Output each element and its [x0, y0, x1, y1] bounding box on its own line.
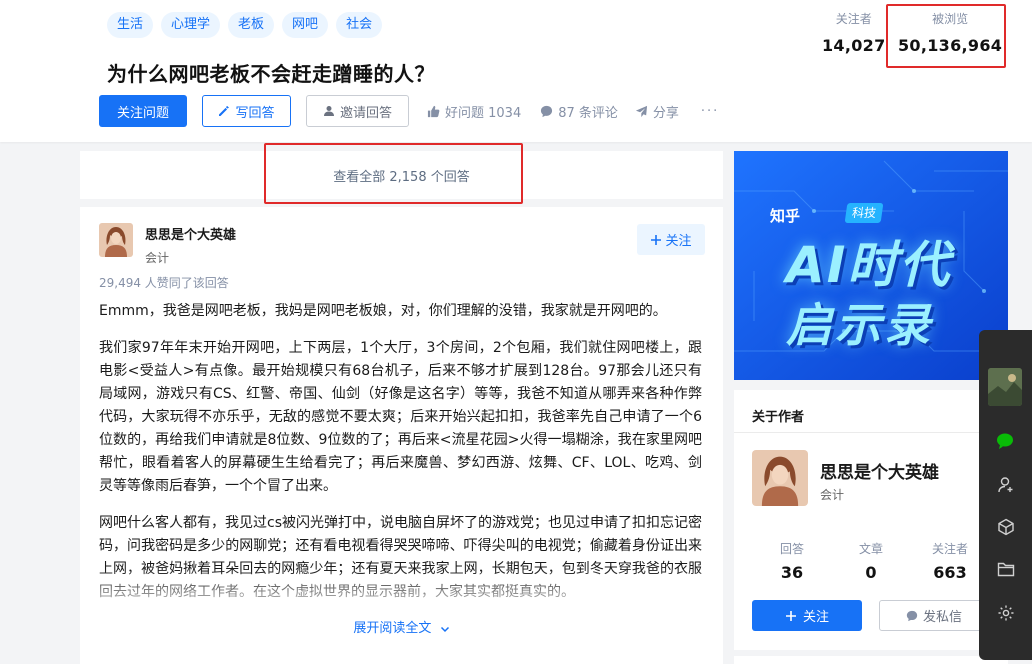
profile-follow-label: 关注 — [802, 610, 829, 625]
cube-icon[interactable] — [995, 516, 1017, 538]
stat-value: 36 — [780, 563, 804, 582]
plus-icon — [785, 610, 796, 621]
chevron-down-icon — [440, 626, 449, 632]
invite-person-icon — [323, 106, 334, 116]
share-label: 分享 — [652, 105, 679, 121]
folder-icon[interactable] — [995, 558, 1017, 580]
profile-name[interactable]: 思思是个大英雄 — [820, 458, 939, 483]
avatar[interactable] — [99, 223, 133, 257]
vote-count: 29,494 人赞同了该回答 — [99, 276, 229, 290]
views-label: 被浏览 — [932, 12, 969, 26]
comment-icon — [541, 105, 553, 117]
question-actions: 关注问题 写回答 邀请回答 好问题 1034 87 条评论 分享 ··· — [99, 95, 719, 127]
stat-value: 663 — [933, 563, 967, 582]
gear-icon[interactable] — [995, 602, 1017, 624]
user-add-icon[interactable] — [995, 474, 1017, 496]
topic-tags: 生活 心理学 老板 网吧 社会 — [107, 12, 383, 38]
view-all-answers-bar: 查看全部 2,158 个回答 — [80, 151, 723, 199]
question-header: 生活 心理学 老板 网吧 社会 为什么网吧老板不会赶走蹭睡的人？ 关注问题 写回… — [0, 0, 1032, 142]
topic-tag[interactable]: 生活 — [107, 12, 154, 38]
profile-card-title: 关于作者 — [752, 410, 805, 425]
wechat-icon[interactable] — [995, 430, 1017, 452]
answer-card: 思思是个大英雄 会计 关注 29,494 人赞同了该回答 Emmm，我爸是网吧老… — [80, 207, 723, 664]
answer-author-headline: 会计 — [145, 251, 170, 265]
topic-tag[interactable]: 网吧 — [282, 12, 329, 38]
content-fade — [80, 569, 723, 617]
comments-label: 87 条评论 — [558, 105, 618, 121]
author-profile-card: 关于作者 思思是个大英雄 会计 回答 36 文章 0 关注者 663 关注 发私… — [734, 390, 1008, 650]
followers-value: 14,027 — [822, 36, 886, 55]
followers-stat: 关注者 14,027 — [822, 10, 886, 55]
toolbar-thumbnail[interactable] — [988, 368, 1022, 406]
expand-answer-button[interactable]: 展开阅读全文 — [80, 617, 723, 636]
answer-author-name[interactable]: 思思是个大英雄 — [145, 224, 236, 243]
share-icon — [635, 105, 647, 117]
stat-label: 关注者 — [931, 542, 968, 556]
pencil-icon — [219, 106, 230, 116]
good-question-button[interactable]: 好问题 1034 — [427, 102, 521, 121]
good-question-label: 好问题 1034 — [445, 105, 522, 121]
thumb-up-icon — [427, 105, 440, 117]
topic-tag[interactable]: 社会 — [336, 12, 383, 38]
invite-answer-button[interactable]: 邀请回答 — [306, 95, 409, 127]
follow-author-button[interactable]: 关注 — [637, 224, 705, 255]
more-dots-icon[interactable]: ··· — [701, 104, 719, 119]
profile-follow-button[interactable]: 关注 — [752, 600, 862, 631]
banner-logo: 知乎 — [770, 207, 801, 225]
answer-author: 思思是个大英雄 会计 — [99, 223, 236, 266]
view-all-answers-link[interactable]: 查看全部 2,158 个回答 — [333, 166, 469, 185]
followers-label: 关注者 — [835, 12, 872, 26]
plus-icon — [651, 234, 662, 245]
banner-title-line2: 启示录 — [786, 298, 933, 352]
stat-label: 回答 — [779, 542, 804, 556]
topic-tag[interactable]: 老板 — [228, 12, 275, 38]
send-message-button[interactable]: 发私信 — [879, 600, 989, 631]
stat-label: 文章 — [858, 542, 883, 556]
views-stat: 被浏览 50,136,964 — [898, 10, 1002, 55]
write-answer-label: 写回答 — [235, 105, 275, 121]
stat-value: 0 — [865, 563, 877, 582]
expand-answer-label: 展开阅读全文 — [353, 621, 432, 636]
divider — [734, 432, 1008, 433]
promo-banner[interactable]: 知乎 科技 AI时代 启示录 — [734, 151, 1008, 380]
invite-answer-label: 邀请回答 — [339, 105, 392, 121]
topic-tag[interactable]: 心理学 — [161, 12, 221, 38]
comments-button[interactable]: 87 条评论 — [540, 102, 618, 121]
write-answer-button[interactable]: 写回答 — [202, 95, 291, 127]
profile-stat-followers[interactable]: 关注者 663 — [920, 540, 980, 582]
banner-tag: 科技 — [844, 203, 884, 223]
question-title: 为什么网吧老板不会赶走蹭睡的人？ — [107, 62, 435, 86]
send-message-label: 发私信 — [922, 610, 962, 625]
banner-title-line1: AI时代 — [786, 236, 952, 294]
next-sidebar-card — [734, 656, 1008, 664]
answer-paragraph: Emmm，我爸是网吧老板，我妈是网吧老板娘，对，你们理解的没错，我家就是开网吧的… — [99, 303, 667, 319]
answer-paragraph: 我们家97年年末开始开网吧，上下两层，1个大厅，3个房间，2个包厢，我们就住网吧… — [99, 340, 702, 494]
follow-question-button[interactable]: 关注问题 — [99, 95, 187, 127]
follow-author-label: 关注 — [665, 234, 692, 249]
share-button[interactable]: 分享 — [635, 102, 679, 121]
avatar[interactable] — [752, 450, 808, 506]
profile-headline: 会计 — [820, 488, 845, 502]
side-toolbar — [979, 330, 1032, 660]
profile-stat-answers[interactable]: 回答 36 — [762, 540, 822, 582]
profile-stat-articles[interactable]: 文章 0 — [841, 540, 901, 582]
message-icon — [906, 610, 918, 621]
views-value: 50,136,964 — [898, 36, 1003, 55]
